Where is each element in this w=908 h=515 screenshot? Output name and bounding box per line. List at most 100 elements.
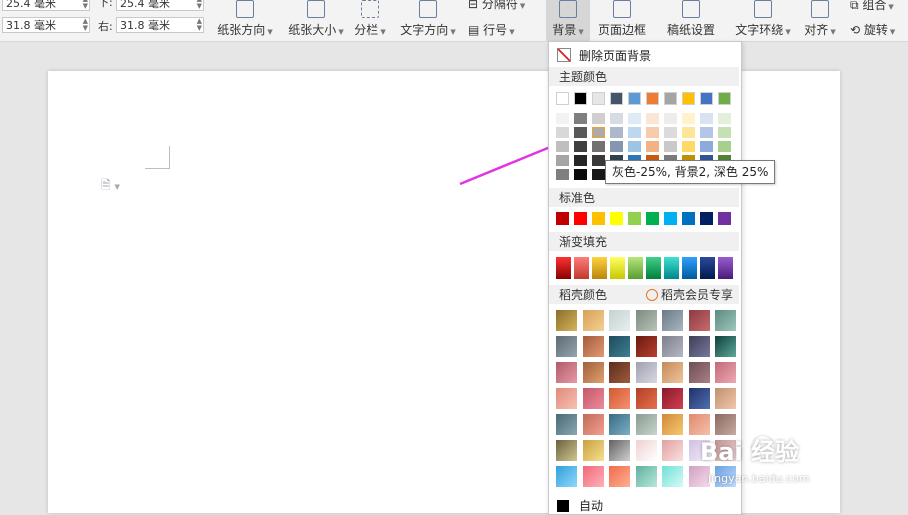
gradient-swatch[interactable] [682,257,697,279]
gradient-swatch[interactable] [628,257,643,279]
paste-options-icon[interactable]: 🗎 ▼ [101,176,120,197]
orientation-button[interactable]: 纸张方向 ▼ [214,0,276,41]
theme-tint-swatch[interactable] [592,113,605,124]
standard-color-swatch[interactable] [664,212,677,225]
preset-color-swatch[interactable] [688,362,710,383]
preset-color-swatch[interactable] [609,362,630,383]
preset-color-swatch[interactable] [609,414,630,435]
theme-tint-swatch[interactable] [628,141,641,152]
theme-tint-swatch[interactable] [592,169,605,180]
preset-color-swatch[interactable] [556,414,577,435]
bottom-margin-input[interactable]: 25.4 毫米▲▼ [116,0,204,11]
preset-color-swatch[interactable] [662,310,683,331]
theme-color-swatch[interactable] [592,92,605,105]
theme-tint-swatch[interactable] [574,113,587,124]
preset-color-swatch[interactable] [556,310,577,331]
theme-tint-swatch[interactable] [556,113,569,124]
gradient-swatch[interactable] [718,257,733,279]
preset-color-swatch[interactable] [556,362,577,383]
top-margin-input[interactable]: 25.4 毫米▲▼ [2,0,90,11]
theme-tint-swatch[interactable] [610,113,623,124]
preset-color-swatch[interactable] [582,310,604,331]
preset-color-swatch[interactable] [662,414,683,435]
left-margin-input[interactable]: 31.8 毫米 ▲ ▼ [2,17,90,33]
gradient-swatch[interactable] [610,257,625,279]
preset-color-swatch[interactable] [715,362,736,383]
preset-color-swatch[interactable] [582,440,604,461]
theme-tint-swatch[interactable] [718,141,731,152]
standard-color-swatch[interactable] [646,212,659,225]
theme-tint-swatch[interactable] [610,141,623,152]
background-button[interactable]: 背景 ▼ [546,0,590,41]
theme-color-swatch[interactable] [700,92,713,105]
theme-color-swatch[interactable] [646,92,659,105]
theme-tint-swatch[interactable] [646,127,659,138]
remove-background-item[interactable]: 删除页面背景 [557,47,651,64]
theme-tint-swatch[interactable] [700,113,713,124]
theme-tint-swatch[interactable] [556,141,569,152]
paper-size-button[interactable]: 纸张大小 ▼ [283,0,349,41]
theme-tint-swatch[interactable] [574,127,587,138]
theme-tint-swatch[interactable] [556,155,569,166]
theme-tint-swatch[interactable] [646,113,659,124]
preset-color-swatch[interactable] [635,388,657,409]
rotate-button[interactable]: ⟲ 旋转 ▼ [850,21,895,38]
preset-color-swatch[interactable] [688,310,710,331]
standard-color-swatch[interactable] [592,212,605,225]
preset-color-swatch[interactable] [582,414,604,435]
preset-color-swatch[interactable] [556,440,577,461]
theme-tint-swatch[interactable] [628,113,641,124]
preset-color-swatch[interactable] [582,362,604,383]
preset-color-swatch[interactable] [688,466,710,487]
gradient-swatch[interactable] [664,257,679,279]
preset-color-swatch[interactable] [609,310,630,331]
line-number-button[interactable]: ▤ 行号 ▼ [468,21,515,38]
theme-tint-swatch[interactable] [664,141,677,152]
standard-color-swatch[interactable] [574,212,587,225]
preset-color-swatch[interactable] [556,336,577,357]
theme-tint-swatch[interactable] [700,127,713,138]
preset-color-swatch[interactable] [688,388,710,409]
preset-color-swatch[interactable] [635,362,657,383]
theme-color-swatch[interactable] [574,92,587,105]
draft-settings-button[interactable]: 稿纸设置 [663,0,719,41]
theme-tint-swatch[interactable] [682,113,695,124]
page-border-button[interactable]: 页面边框 [594,0,650,41]
standard-color-swatch[interactable] [556,212,569,225]
preset-color-swatch[interactable] [635,414,657,435]
preset-color-swatch[interactable] [715,336,736,357]
theme-color-swatch[interactable] [682,92,695,105]
gradient-swatch[interactable] [646,257,661,279]
theme-tint-swatch[interactable] [664,127,677,138]
gradient-swatch[interactable] [700,257,715,279]
theme-color-swatch[interactable] [628,92,641,105]
right-margin-input[interactable]: 31.8 毫米 ▲ ▼ [116,17,204,33]
standard-color-swatch[interactable] [718,212,731,225]
gradient-swatch[interactable] [592,257,607,279]
preset-color-swatch[interactable] [662,440,683,461]
spinner-icon[interactable]: ▲▼ [83,18,88,32]
standard-color-swatch[interactable] [610,212,623,225]
theme-tint-swatch[interactable] [682,127,695,138]
theme-tint-swatch[interactable] [646,141,659,152]
theme-tint-swatch[interactable] [592,141,605,152]
standard-color-swatch[interactable] [700,212,713,225]
preset-color-swatch[interactable] [582,336,604,357]
theme-tint-swatch[interactable] [574,141,587,152]
theme-tint-swatch[interactable] [610,127,623,138]
theme-tint-swatch[interactable] [682,141,695,152]
theme-tint-swatch[interactable] [718,113,731,124]
preset-color-swatch[interactable] [582,388,604,409]
theme-tint-swatch[interactable] [556,169,569,180]
theme-color-swatch[interactable] [664,92,677,105]
preset-color-swatch[interactable] [662,388,683,409]
spinner-icon[interactable]: ▲▼ [197,18,202,32]
theme-tint-swatch[interactable] [664,113,677,124]
preset-color-swatch[interactable] [609,336,630,357]
gradient-swatch[interactable] [574,257,589,279]
preset-color-swatch[interactable] [609,440,630,461]
preset-color-swatch[interactable] [715,310,736,331]
theme-tint-swatch[interactable] [592,127,605,138]
standard-color-swatch[interactable] [628,212,641,225]
preset-color-swatch[interactable] [662,362,683,383]
